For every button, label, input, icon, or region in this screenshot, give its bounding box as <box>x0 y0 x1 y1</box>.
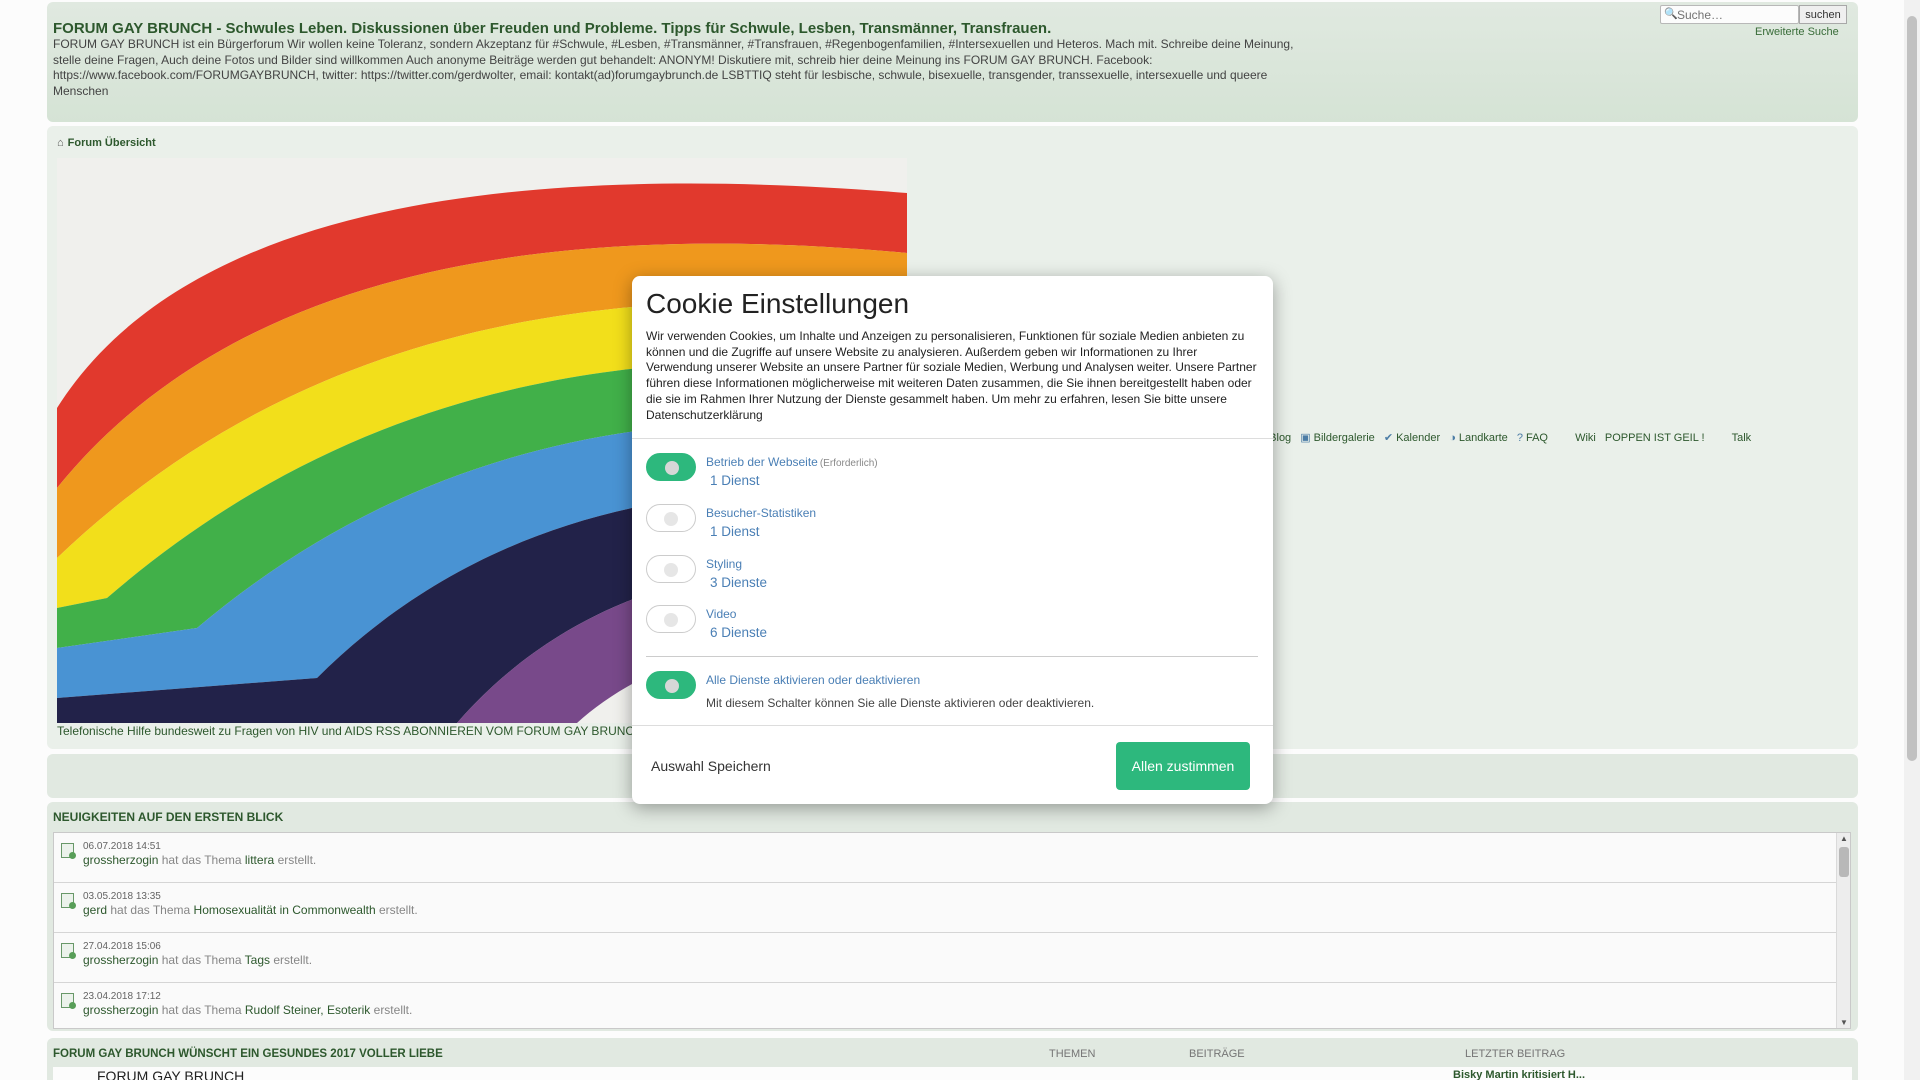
divider <box>632 725 1273 726</box>
all-services-label[interactable]: Alle Dienste aktivieren oder deaktiviere… <box>706 673 920 687</box>
service-row-styling: Styling 3 Dienste <box>646 555 1246 601</box>
service-name[interactable]: Besucher-Statistiken <box>706 506 816 520</box>
accept-all-button[interactable]: Allen zustimmen <box>1116 742 1250 790</box>
service-name[interactable]: Betrieb der Webseite <box>706 455 818 469</box>
service-count[interactable]: 3 Dienste <box>710 575 767 590</box>
page-scroll-thumb[interactable] <box>1907 16 1917 761</box>
service-row-video: Video 6 Dienste <box>646 605 1246 651</box>
service-row-statistik: Besucher-Statistiken 1 Dienst <box>646 504 1246 550</box>
cookie-text: Wir verwenden Cookies, um Inhalte und An… <box>646 329 1257 422</box>
service-name[interactable]: Styling <box>706 557 742 571</box>
save-selection-button[interactable]: Auswahl Speichern <box>642 742 782 790</box>
service-row-betrieb: Betrieb der Webseite (Erforderlich) 1 Die… <box>646 453 1246 499</box>
cookie-dialog: Cookie Einstellungen Wir verwenden Cooki… <box>632 276 1273 804</box>
toggle-betrieb[interactable] <box>646 453 696 481</box>
page-scrollbar[interactable] <box>1904 0 1920 1080</box>
cookie-title: Cookie Einstellungen <box>646 288 910 319</box>
service-row-all: Alle Dienste aktivieren oder deaktiviere… <box>646 671 1246 717</box>
toggle-statistik[interactable] <box>646 504 696 532</box>
toggle-video[interactable] <box>646 605 696 633</box>
divider <box>646 656 1258 657</box>
toggle-all-services[interactable] <box>646 671 696 699</box>
service-name[interactable]: Video <box>706 607 736 621</box>
divider <box>632 438 1273 439</box>
toggle-styling[interactable] <box>646 555 696 583</box>
service-count[interactable]: 1 Dienst <box>710 524 760 539</box>
service-count[interactable]: 1 Dienst <box>710 473 760 488</box>
service-count[interactable]: 6 Dienste <box>710 625 767 640</box>
service-required: (Erforderlich) <box>819 458 878 469</box>
all-services-description: Mit diesem Schalter können Sie alle Dien… <box>706 696 1095 710</box>
